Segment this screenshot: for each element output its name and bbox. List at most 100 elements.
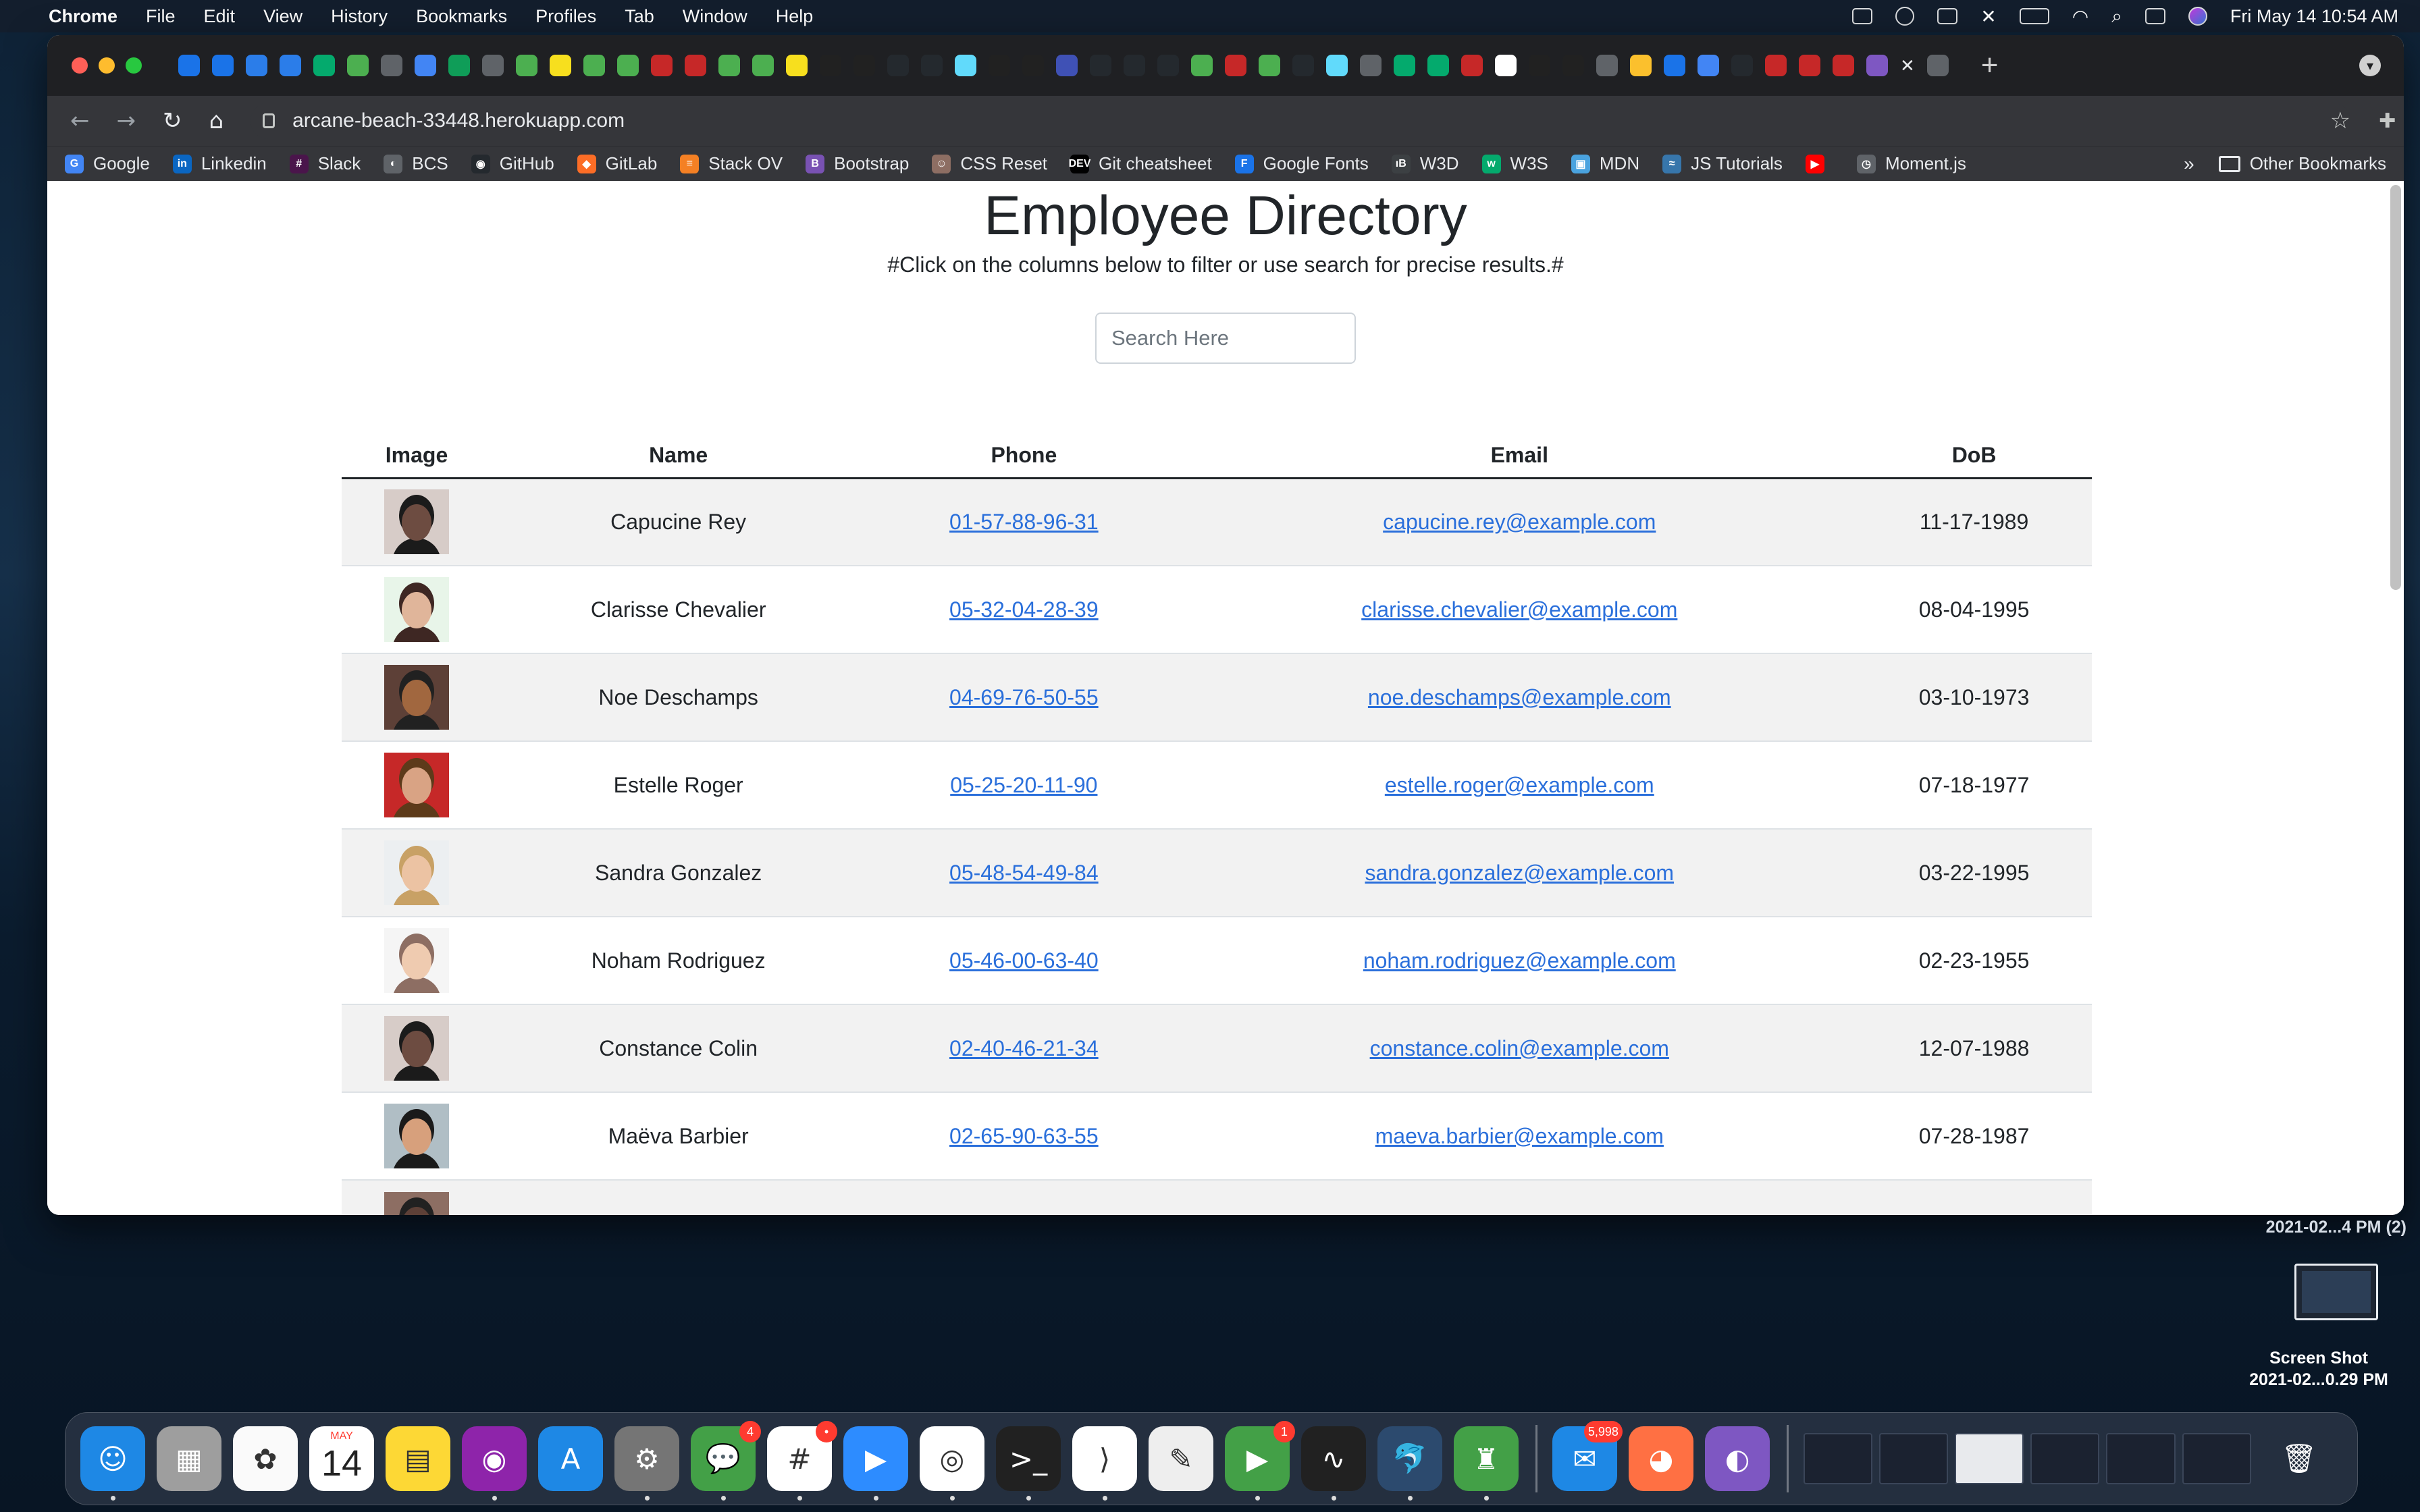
menu-window[interactable]: Window <box>683 6 747 27</box>
employee-phone-link[interactable]: 02-65-90-63-55 <box>949 1124 1099 1148</box>
lock-icon[interactable] <box>263 113 275 128</box>
browser-tab[interactable] <box>1157 55 1179 76</box>
browser-tab[interactable] <box>617 55 639 76</box>
bookmark-item[interactable]: ◆ GitLab <box>577 153 657 174</box>
column-header-name[interactable]: Name <box>492 433 866 479</box>
column-header-dob[interactable]: DoB <box>1856 433 2092 479</box>
trash-icon[interactable]: 🗑 <box>2267 1426 2331 1491</box>
control-center-icon[interactable] <box>2145 8 2165 24</box>
search-input[interactable] <box>1095 313 1356 364</box>
slack-icon[interactable]: # • <box>767 1421 837 1501</box>
close-tab-icon[interactable]: ✕ <box>1900 55 1915 76</box>
employee-phone-link[interactable]: 04-69-76-50-55 <box>949 685 1099 709</box>
menu-profiles[interactable]: Profiles <box>535 6 596 27</box>
tor-browser-icon[interactable]: ◐ <box>1704 1426 1770 1491</box>
minimized-window-thumbnail[interactable] <box>1803 1433 1873 1484</box>
employee-email-link[interactable]: noham.rodriguez@example.com <box>1363 948 1676 973</box>
textedit-icon[interactable]: ✎ <box>1149 1426 1213 1491</box>
browser-tab[interactable] <box>786 55 808 76</box>
display-icon[interactable] <box>1937 8 1958 24</box>
vscode-icon[interactable]: ⟩ <box>1072 1426 1137 1501</box>
column-header-image[interactable]: Image <box>342 433 492 479</box>
browser-tab[interactable] <box>1495 55 1517 76</box>
menu-help[interactable]: Help <box>776 6 814 27</box>
browser-tab[interactable] <box>246 55 267 76</box>
bookmark-item[interactable]: F Google Fonts <box>1234 153 1369 174</box>
employee-email-link[interactable]: noe.deschamps@example.com <box>1368 685 1671 709</box>
minimized-window-thumbnail[interactable] <box>1955 1433 2024 1484</box>
browser-tab[interactable] <box>178 55 200 76</box>
bookmark-item[interactable]: ≈ JS Tutorials <box>1662 153 1783 174</box>
calendar-icon[interactable]: MAY 14 <box>309 1426 374 1491</box>
maximize-window-button[interactable] <box>126 57 142 74</box>
employee-phone-link[interactable]: 02-40-46-21-34 <box>949 1036 1099 1060</box>
podcasts-icon[interactable]: ◉ <box>462 1426 527 1501</box>
address-bar[interactable]: arcane-beach-33448.herokuapp.com ☆ <box>251 103 2351 139</box>
browser-tab[interactable] <box>280 55 301 76</box>
browser-tab[interactable] <box>1630 55 1652 76</box>
employee-email-link[interactable]: clarisse.chevalier@example.com <box>1361 597 1677 622</box>
browser-tab[interactable] <box>415 55 436 76</box>
app-store-icon[interactable]: A <box>538 1426 603 1491</box>
browser-tab[interactable] <box>1866 55 1888 76</box>
new-tab-button[interactable]: + <box>1981 49 1999 82</box>
minimize-window-button[interactable] <box>99 57 115 74</box>
browser-tab[interactable] <box>1833 55 1854 76</box>
menu-view[interactable]: View <box>263 6 302 27</box>
employee-email-link[interactable]: maeva.barbier@example.com <box>1375 1124 1664 1148</box>
browser-tab[interactable] <box>955 55 976 76</box>
employee-phone-link[interactable]: 05-32-04-28-39 <box>949 597 1099 622</box>
mail-icon[interactable]: ✉ 5,998 <box>1552 1421 1623 1491</box>
browser-tab[interactable] <box>1664 55 1685 76</box>
browser-tab[interactable] <box>1461 55 1483 76</box>
forward-button[interactable]: → <box>117 107 136 134</box>
zoom-icon[interactable]: ▶ <box>843 1426 908 1501</box>
browser-tab[interactable] <box>1427 55 1449 76</box>
bookmark-item[interactable]: DEV Git cheatsheet <box>1069 153 1212 174</box>
robo-3t-icon[interactable]: ♜ <box>1454 1426 1519 1501</box>
other-bookmarks-folder[interactable]: Other Bookmarks <box>2218 153 2386 174</box>
browser-tab[interactable] <box>1056 55 1078 76</box>
close-window-button[interactable] <box>72 57 88 74</box>
reload-button[interactable]: ↻ <box>163 107 182 134</box>
chrome-icon[interactable]: ◎ <box>920 1426 984 1501</box>
browser-tab[interactable] <box>347 55 369 76</box>
bookmark-item[interactable]: ▶ <box>1805 154 1834 173</box>
siri-icon[interactable] <box>2188 7 2207 26</box>
menu-file[interactable]: File <box>146 6 176 27</box>
system-preferences-icon[interactable]: ⚙ <box>614 1426 679 1501</box>
bluetooth-off-icon[interactable]: ✕ <box>1980 5 1996 28</box>
browser-tab[interactable] <box>1529 55 1550 76</box>
wifi-icon[interactable]: ◠ <box>2072 5 2088 28</box>
notes-icon[interactable]: ▤ <box>386 1426 450 1491</box>
browser-tab[interactable] <box>820 55 841 76</box>
browser-tab[interactable] <box>381 55 402 76</box>
browser-tab[interactable] <box>1926 55 1949 76</box>
tab-search-icon[interactable]: ▾ <box>2359 55 2381 76</box>
menu-clock[interactable]: Fri May 14 10:54 AM <box>2230 6 2398 27</box>
url-text[interactable]: arcane-beach-33448.herokuapp.com <box>292 109 625 132</box>
bookmark-item[interactable]: ıB W3D <box>1391 153 1459 174</box>
browser-tab[interactable] <box>989 55 1010 76</box>
menu-history[interactable]: History <box>331 6 388 27</box>
photos-icon[interactable]: ✿ <box>233 1426 298 1491</box>
messages-icon[interactable]: 💬 4 <box>691 1421 761 1501</box>
employee-phone-link[interactable]: 01-57-88-96-31 <box>949 510 1099 534</box>
menu-tab[interactable]: Tab <box>625 6 654 27</box>
browser-tab[interactable] <box>583 55 605 76</box>
browser-tab[interactable] <box>1124 55 1145 76</box>
browser-tab[interactable] <box>482 55 504 76</box>
minimized-window-thumbnail[interactable] <box>2106 1433 2176 1484</box>
mysql-workbench-icon[interactable]: 🐬 <box>1377 1426 1442 1501</box>
browser-tab[interactable] <box>516 55 537 76</box>
employee-email-link[interactable]: capucine.rey@example.com <box>1383 510 1656 534</box>
screenshot-file-icon[interactable] <box>2294 1264 2378 1320</box>
browser-tab[interactable] <box>1225 55 1246 76</box>
browser-tab[interactable] <box>1596 55 1618 76</box>
browser-tab[interactable] <box>1191 55 1213 76</box>
bookmark-item[interactable]: B Bootstrap <box>806 153 909 174</box>
minimized-window-thumbnail[interactable] <box>2030 1433 2100 1484</box>
bookmark-item[interactable]: in Linkedin <box>172 153 267 174</box>
browser-tab[interactable] <box>313 55 335 76</box>
bookmark-item[interactable]: ◉ GitHub <box>471 153 554 174</box>
